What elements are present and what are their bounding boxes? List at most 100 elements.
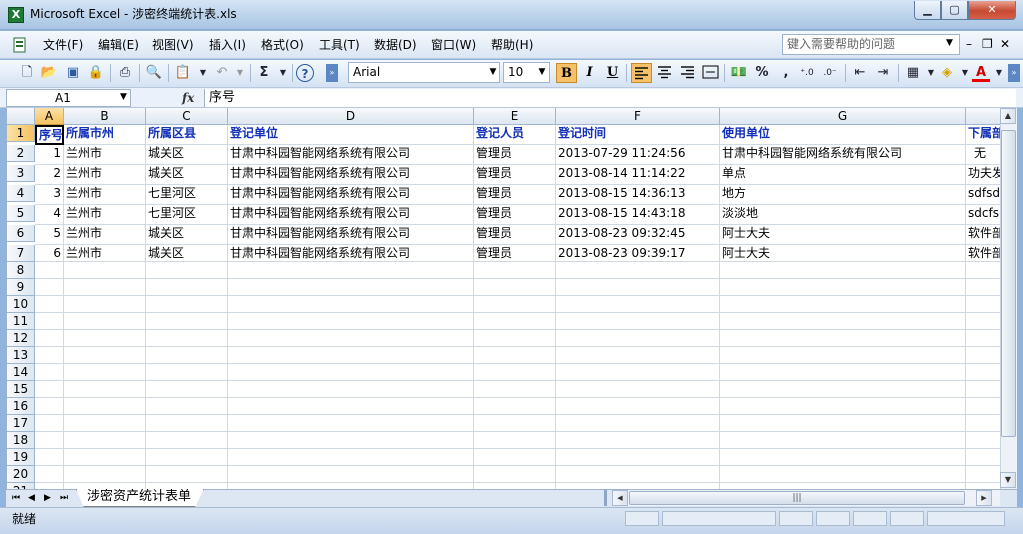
row-header[interactable]: 3 (7, 165, 35, 182)
table-cell[interactable]: 单点 (720, 165, 966, 185)
next-sheet-icon[interactable]: ▶ (44, 491, 51, 505)
table-cell[interactable]: 兰州市 (64, 145, 146, 165)
table-cell[interactable]: 甘肃中科园智能网络系统有限公司 (228, 165, 474, 185)
menu-edit[interactable]: 编辑(E) (96, 37, 141, 53)
row-header[interactable]: 11 (7, 313, 35, 330)
menu-window[interactable]: 窗口(W) (429, 37, 478, 53)
table-cell[interactable]: 城关区 (146, 225, 228, 245)
table-cell[interactable]: 2013-08-23 09:32:45 (556, 225, 720, 245)
cell-header[interactable]: 下属部 (966, 125, 1000, 145)
first-sheet-icon[interactable]: ⏮ (12, 491, 20, 505)
borders-icon[interactable]: ▦ (904, 64, 922, 82)
tab-split-handle[interactable] (604, 490, 607, 506)
table-cell[interactable]: 功夫发 (966, 165, 1000, 185)
table-cell[interactable]: 管理员 (474, 145, 556, 165)
scroll-down-icon[interactable]: ▼ (1000, 472, 1016, 488)
prev-sheet-icon[interactable]: ◀ (28, 491, 35, 505)
open-folder-icon[interactable]: 📂 (40, 64, 58, 82)
table-cell[interactable]: 甘肃中科园智能网络系统有限公司 (228, 185, 474, 205)
row-header[interactable]: 13 (7, 347, 35, 364)
row-header[interactable]: 7 (7, 245, 35, 262)
row-header[interactable]: 4 (7, 185, 35, 202)
currency-icon[interactable]: 💵 (730, 64, 748, 82)
row-header[interactable]: 8 (7, 262, 35, 279)
chevron-down-icon[interactable]: ▼ (274, 64, 292, 82)
chevron-down-icon[interactable]: ▼ (120, 92, 127, 102)
sheet-tab[interactable]: 涉密资产统计表单 (76, 489, 204, 507)
cell-header[interactable]: 所属市州 (64, 125, 146, 145)
menu-help[interactable]: 帮助(H) (489, 37, 535, 53)
formula-input[interactable]: 序号 (204, 89, 1016, 107)
table-cell[interactable]: 软件部 (966, 245, 1000, 262)
row-header[interactable]: 1 (7, 125, 35, 142)
permission-icon[interactable]: 🔒 (87, 64, 105, 82)
table-cell[interactable]: 甘肃中科园智能网络系统有限公司 (228, 145, 474, 165)
row-header[interactable]: 17 (7, 415, 35, 432)
row-header[interactable]: 10 (7, 296, 35, 313)
table-cell[interactable]: 兰州市 (64, 165, 146, 185)
table-cell[interactable]: 管理员 (474, 185, 556, 205)
print-preview-icon[interactable]: 🔍 (145, 64, 163, 82)
table-cell[interactable]: 2013-08-23 09:39:17 (556, 245, 720, 262)
table-cell[interactable]: 4 (35, 205, 64, 225)
font-name-select[interactable]: Arial (348, 62, 500, 83)
decrease-decimal-icon[interactable]: .0⁻ (821, 64, 839, 82)
save-icon[interactable]: ▣ (64, 64, 82, 82)
row-header[interactable]: 2 (7, 145, 35, 162)
table-cell[interactable]: 2013-08-15 14:36:13 (556, 185, 720, 205)
table-cell[interactable]: 2 (35, 165, 64, 185)
vertical-scroll-thumb[interactable] (1001, 130, 1016, 437)
table-cell[interactable]: 1 (35, 145, 64, 165)
doc-close-icon[interactable]: ✕ (1000, 37, 1010, 51)
column-header-g[interactable]: G (720, 108, 966, 125)
column-header-b[interactable]: B (64, 108, 146, 125)
chevron-down-icon[interactable]: ▼ (946, 38, 953, 48)
table-cell[interactable]: 兰州市 (64, 225, 146, 245)
autosum-icon[interactable]: Σ (255, 64, 273, 82)
merge-center-icon[interactable] (700, 63, 721, 83)
column-header-f[interactable]: F (556, 108, 720, 125)
table-cell[interactable]: 城关区 (146, 165, 228, 185)
table-cell[interactable]: 管理员 (474, 225, 556, 245)
menu-insert[interactable]: 插入(I) (207, 37, 248, 53)
table-cell[interactable]: 兰州市 (64, 245, 146, 262)
name-box[interactable]: A1 (6, 89, 131, 107)
table-cell[interactable]: 城关区 (146, 145, 228, 165)
excel-app-icon[interactable]: X (8, 7, 24, 23)
cell-header[interactable]: 所属区县 (146, 125, 228, 145)
row-header[interactable]: 14 (7, 364, 35, 381)
row-header[interactable]: 5 (7, 205, 35, 222)
table-cell[interactable]: 无 (966, 145, 1000, 165)
table-cell[interactable]: 管理员 (474, 205, 556, 225)
doc-minimize-icon[interactable]: – (966, 37, 972, 51)
italic-button[interactable]: I (579, 63, 600, 83)
menu-view[interactable]: 视图(V) (150, 37, 196, 53)
paste-icon[interactable]: 📋 (174, 64, 192, 82)
row-header[interactable]: 20 (7, 466, 35, 483)
table-cell[interactable]: 兰州市 (64, 205, 146, 225)
help-icon[interactable]: ? (296, 64, 314, 82)
empty-cells[interactable] (35, 262, 1000, 489)
decrease-indent-icon[interactable]: ⇤ (851, 64, 869, 82)
help-search-input[interactable]: 键入需要帮助的问题 (782, 34, 960, 55)
increase-indent-icon[interactable]: ⇥ (874, 64, 892, 82)
row-header[interactable]: 6 (7, 225, 35, 242)
document-icon[interactable] (13, 36, 27, 54)
cell-a1[interactable]: 序号 (35, 125, 64, 145)
comma-style-icon[interactable]: , (777, 64, 795, 82)
table-cell[interactable]: 阿士大夫 (720, 225, 966, 245)
table-cell[interactable]: 管理员 (474, 165, 556, 185)
last-sheet-icon[interactable]: ⏭ (60, 491, 68, 505)
chevron-down-icon[interactable]: ▼ (487, 64, 499, 81)
percent-icon[interactable]: % (753, 64, 771, 82)
table-cell[interactable]: 管理员 (474, 245, 556, 262)
column-header-h[interactable]: H (966, 108, 1000, 125)
horizontal-scroll-thumb[interactable]: ||| (629, 491, 965, 505)
table-cell[interactable]: sdcfs (966, 205, 1000, 225)
chevron-down-icon[interactable]: ▼ (536, 64, 548, 81)
row-header[interactable]: 9 (7, 279, 35, 296)
menu-tools[interactable]: 工具(T) (317, 37, 362, 53)
column-header-d[interactable]: D (228, 108, 474, 125)
column-header-c[interactable]: C (146, 108, 228, 125)
table-cell[interactable]: 城关区 (146, 245, 228, 262)
